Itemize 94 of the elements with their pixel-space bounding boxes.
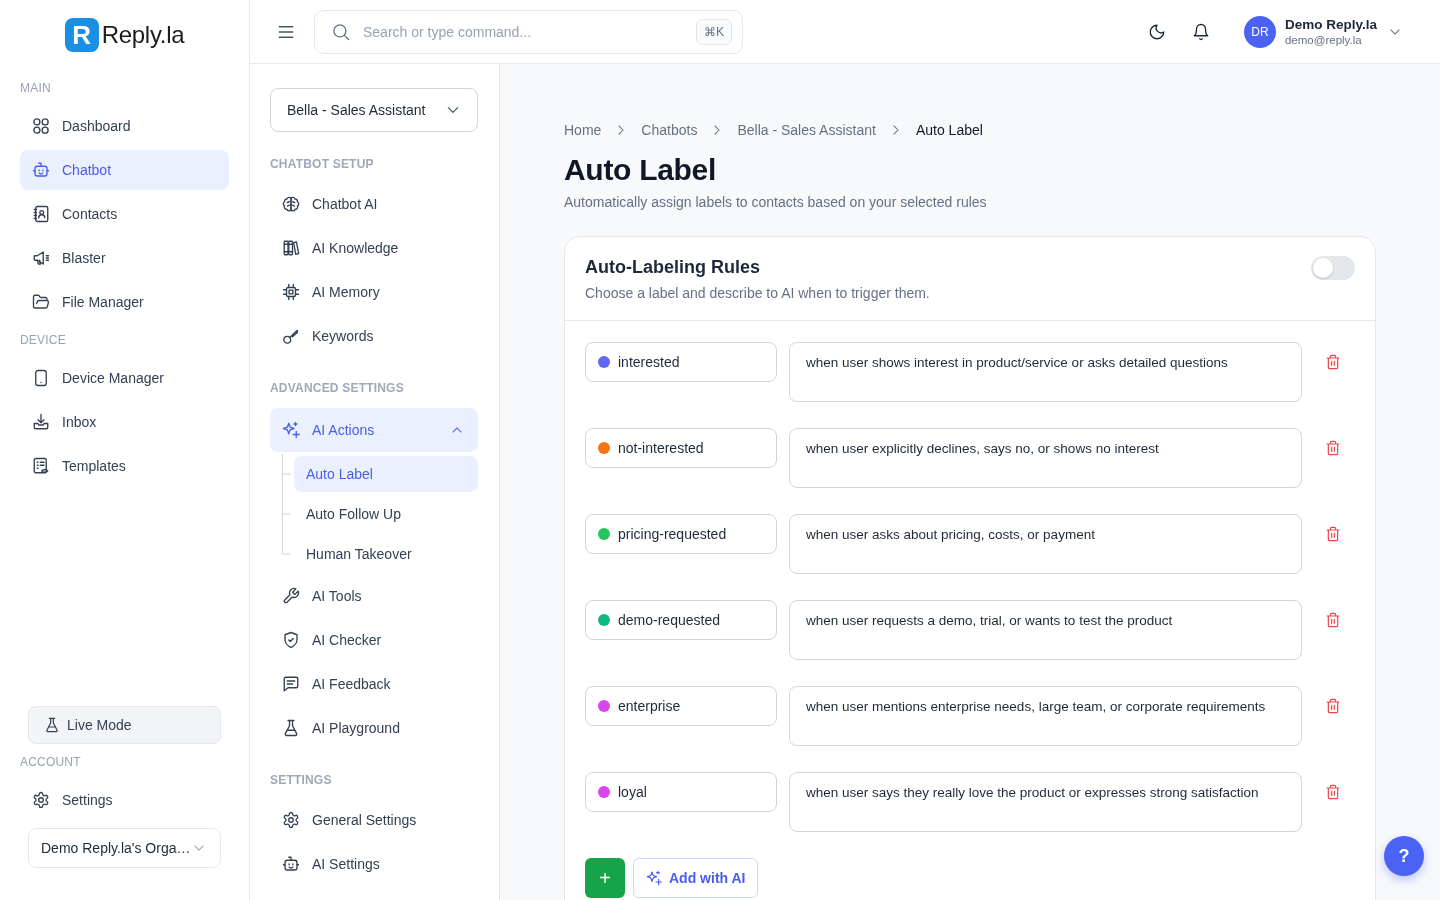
nav-item[interactable]: Inbox	[20, 402, 229, 442]
flask-icon	[44, 717, 60, 733]
trash-icon[interactable]	[1325, 354, 1341, 370]
nav-item[interactable]: Chatbot	[20, 150, 229, 190]
moon-icon[interactable]	[1147, 22, 1166, 41]
search-bar[interactable]: Search or type command... ⌘K	[314, 9, 743, 54]
robot-icon	[32, 161, 50, 179]
page-subtitle: Automatically assign labels to contacts based on your selected rules	[564, 193, 988, 211]
nav-item[interactable]: AI Feedback	[270, 664, 478, 704]
robot-icon	[282, 855, 300, 873]
nav-item[interactable]: Chatbot AI	[270, 184, 478, 224]
breadcrumb-current: Auto Label	[915, 121, 983, 139]
label-select[interactable]: not-interested	[585, 428, 777, 468]
nav-item[interactable]: AI Tools	[270, 576, 478, 616]
user-name: Demo Reply.la	[1284, 15, 1377, 33]
nav-item[interactable]: AI Actions	[270, 408, 478, 452]
section-heading: ACCOUNT	[20, 755, 82, 769]
nav-item[interactable]: General Settings	[270, 800, 478, 840]
user-email: demo@reply.la	[1284, 32, 1363, 48]
key-icon	[282, 327, 300, 345]
card-subtitle: Choose a label and describe to AI when to trigger them.	[585, 284, 930, 302]
books-icon	[282, 239, 300, 257]
nav-item[interactable]: AI Memory	[270, 272, 478, 312]
breadcrumb-link[interactable]: Home	[564, 121, 602, 139]
description-field[interactable]: when user requests a demo, trial, or wants to test the product	[789, 600, 1302, 660]
trash-icon[interactable]	[1325, 784, 1341, 800]
shield-check-icon	[282, 631, 300, 649]
trash-icon[interactable]	[1325, 440, 1341, 456]
bell-icon[interactable]	[1191, 22, 1210, 41]
breadcrumb-link[interactable]: Chatbots	[641, 121, 698, 139]
list-icon	[32, 457, 50, 475]
breadcrumb-link[interactable]: Bella - Sales Assistant	[737, 121, 876, 139]
nav-item[interactable]: Auto Follow Up	[294, 496, 478, 532]
chip-icon	[282, 283, 300, 301]
live-mode-button[interactable]: Live Mode	[28, 706, 221, 744]
settings-icon	[32, 791, 50, 809]
trash-icon[interactable]	[1325, 526, 1341, 542]
nav-item[interactable]: Auto Label	[294, 456, 478, 492]
nav-item[interactable]: AI Settings	[270, 844, 478, 884]
grid-icon	[32, 117, 50, 135]
search-field[interactable]: Search or type command...	[363, 21, 683, 42]
folder-icon	[32, 293, 50, 311]
label-select[interactable]: pricing-requested	[585, 514, 777, 554]
nav-item[interactable]: AI Playground	[270, 708, 478, 748]
label-select[interactable]: demo-requested	[585, 600, 777, 640]
label-select[interactable]: enterprise	[585, 686, 777, 726]
add-with-ai-button[interactable]: Add with AI	[633, 858, 759, 898]
section-heading: MAIN	[20, 81, 52, 95]
nav-item[interactable]: File Manager	[20, 282, 229, 322]
avatar[interactable]: DR	[1243, 15, 1276, 48]
nav-item[interactable]: Human Takeover	[294, 536, 478, 572]
label-select[interactable]: interested	[585, 342, 777, 382]
card-title: Auto-Labeling Rules	[585, 256, 761, 278]
chatbot-select[interactable]: Bella - Sales Assistant	[270, 88, 478, 132]
flask-icon	[282, 719, 300, 737]
settings-icon	[282, 811, 300, 829]
nav-item[interactable]: Settings	[20, 780, 229, 820]
nav-item[interactable]: Device Manager	[20, 358, 229, 398]
organization-select[interactable]: Demo Reply.la's Orga…	[28, 828, 221, 868]
description-field[interactable]: when user asks about pricing, costs, or payment	[789, 514, 1302, 574]
section-heading: DEVICE	[20, 333, 67, 347]
nav-item[interactable]: Templates	[20, 446, 229, 486]
shortcut-key: ⌘K	[696, 18, 732, 45]
nav-item[interactable]: Contacts	[20, 194, 229, 234]
brain-icon	[282, 195, 300, 213]
nav-item[interactable]: AI Checker	[270, 620, 478, 660]
nav-item[interactable]: Keywords	[270, 316, 478, 356]
sparkles-icon	[646, 870, 662, 886]
label-select[interactable]: loyal	[585, 772, 777, 812]
sparkles-icon	[282, 421, 300, 439]
nav-item[interactable]: Dashboard	[20, 106, 229, 146]
logo-mark: R	[64, 18, 99, 52]
contact-book-icon	[32, 205, 50, 223]
phone-icon	[32, 369, 50, 387]
search-icon	[332, 22, 350, 41]
page-title: Auto Label	[564, 152, 717, 188]
wrench-icon	[282, 587, 300, 605]
description-field[interactable]: when user mentions enterprise needs, large team, or corporate requirements	[789, 686, 1302, 746]
tray-download-icon	[32, 413, 50, 431]
tree-line	[282, 454, 291, 494]
description-field[interactable]: when user explicitly declines, says no, or shows no interest	[789, 428, 1302, 488]
nav-item[interactable]: Blaster	[20, 238, 229, 278]
description-field[interactable]: when user says they really love the product or expresses strong satisfaction	[789, 772, 1302, 832]
logo-text: Reply.la	[101, 20, 185, 50]
megaphone-icon	[32, 249, 50, 267]
message-icon	[282, 675, 300, 693]
section-heading: ADVANCED SETTINGS	[270, 381, 405, 395]
section-heading: CHATBOT SETUP	[270, 157, 375, 171]
trash-icon[interactable]	[1325, 698, 1341, 714]
description-field[interactable]: when user shows interest in product/service or asks detailed questions	[789, 342, 1302, 402]
toggle-switch[interactable]	[1311, 256, 1355, 280]
nav-item[interactable]: AI Knowledge	[270, 228, 478, 268]
trash-icon[interactable]	[1325, 612, 1341, 628]
section-heading: SETTINGS	[270, 773, 333, 787]
